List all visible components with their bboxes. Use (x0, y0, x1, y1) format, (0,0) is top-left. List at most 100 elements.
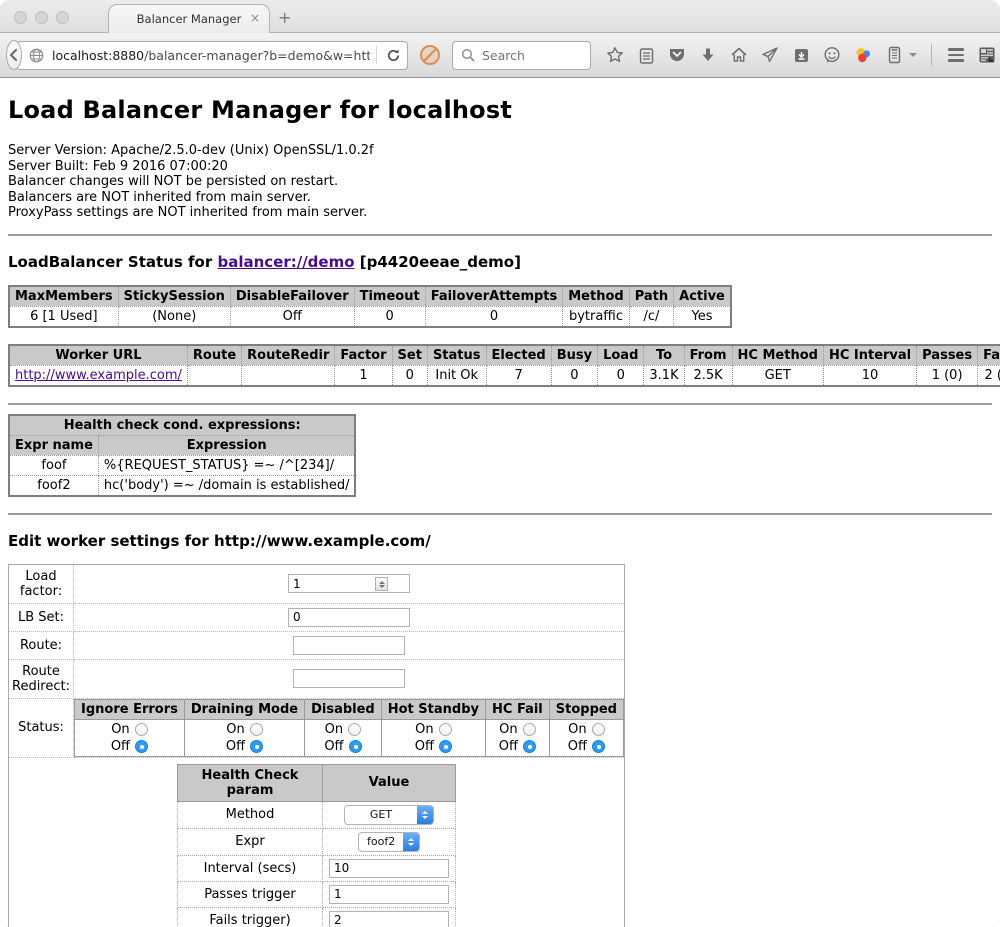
search-bar[interactable] (452, 41, 591, 70)
menu-icon[interactable] (946, 45, 966, 65)
status-ignore-errors-on-radio[interactable] (135, 723, 148, 736)
screenshot-tool-icon[interactable] (977, 45, 997, 65)
window-controls (14, 11, 69, 24)
status-ignore-errors-off-radio[interactable] (135, 740, 148, 753)
load-factor-input[interactable] (288, 574, 410, 593)
home-icon[interactable] (729, 45, 749, 65)
col-timeout: Timeout (354, 286, 425, 307)
status-draining-mode-off-radio[interactable] (250, 740, 263, 753)
close-window-button[interactable] (14, 11, 27, 24)
health-check-param-table: Health Check param Value Method GET (177, 764, 456, 927)
select-stepper-icon (417, 805, 433, 825)
pocket-icon[interactable] (667, 45, 687, 65)
col-worker-url: Worker URL (9, 345, 187, 366)
route-input[interactable] (293, 636, 405, 655)
server-built-line: Server Built: Feb 9 2016 07:00:20 (8, 159, 992, 175)
status-draining-mode-on-radio[interactable] (250, 723, 263, 736)
container-icon[interactable] (884, 45, 904, 65)
col-hc-interval: HC Interval (823, 345, 916, 366)
hc-expr-label: Expr (178, 828, 323, 855)
status-label: Status: (9, 698, 74, 757)
cell-status: Init Ok (427, 365, 486, 386)
col-stickysession: StickySession (118, 286, 230, 307)
page-title: Load Balancer Manager for localhost (8, 96, 992, 124)
col-to: To (644, 345, 684, 366)
server-version-line: Server Version: Apache/2.5.0-dev (Unix) … (8, 143, 992, 159)
radio-label-on: On (325, 722, 343, 737)
hc-interval-input[interactable] (329, 859, 449, 878)
col-routeredir: RouteRedir (242, 345, 335, 366)
zoom-window-button[interactable] (56, 11, 69, 24)
status-stopped-off-radio[interactable] (592, 740, 605, 753)
radio-label-off: Off (111, 739, 130, 754)
lb-set-input[interactable] (288, 608, 410, 627)
balancer-demo-link[interactable]: balancer://demo (217, 253, 354, 271)
cell-path: /c/ (629, 306, 673, 327)
status-hc-fail-on-radio[interactable] (523, 723, 536, 736)
reload-button[interactable] (383, 45, 403, 65)
chat-icon[interactable] (822, 45, 842, 65)
hc-method-select[interactable]: GET (344, 805, 434, 825)
col-method: Method (563, 286, 629, 307)
cell-route (187, 365, 241, 386)
status-table: Ignore Errors Draining Mode Disabled Hot… (74, 699, 624, 757)
balancer-status-table: MaxMembers StickySession DisableFailover… (8, 285, 732, 328)
url-path: /balancer-manager?b=demo&w=http://www.ex… (144, 48, 370, 63)
cell-expression: hc('body') =~ /domain is established/ (98, 475, 355, 496)
new-tab-button[interactable]: + (278, 8, 291, 27)
bookmark-star-icon[interactable] (605, 45, 625, 65)
col-factor: Factor (335, 345, 392, 366)
send-tab-icon[interactable] (760, 45, 780, 65)
col-maxmembers: MaxMembers (9, 286, 118, 307)
route-redirect-input[interactable] (293, 669, 405, 688)
status-disabled-off-radio[interactable] (349, 740, 362, 753)
hc-passes-label: Passes trigger (178, 881, 323, 907)
search-input[interactable] (482, 48, 582, 63)
col-active: Active (674, 286, 731, 307)
chevron-down-icon[interactable] (909, 53, 917, 57)
back-button[interactable] (6, 40, 22, 70)
reading-list-icon[interactable] (636, 45, 656, 65)
status-hot-standby-on-radio[interactable] (439, 723, 452, 736)
load-factor-stepper (288, 574, 410, 593)
url-bar[interactable]: localhost:8880/balancer-manager?b=demo&w… (16, 41, 408, 70)
col-route: Route (187, 345, 241, 366)
worker-url-link[interactable]: http://www.example.com/ (15, 368, 182, 383)
cell-factor: 1 (335, 365, 392, 386)
minimize-window-button[interactable] (35, 11, 48, 24)
cell-stickysession: (None) (118, 306, 230, 327)
downloads-icon[interactable] (698, 45, 718, 65)
status-hot-standby-off-radio[interactable] (439, 740, 452, 753)
popup-blocked-icon[interactable] (420, 45, 440, 65)
status-disabled-on-radio[interactable] (348, 723, 361, 736)
col-from: From (684, 345, 732, 366)
cell-hc-method: GET (732, 365, 823, 386)
cell-disablefailover: Off (230, 306, 354, 327)
radio-label-off: Off (415, 739, 434, 754)
select-stepper-icon (403, 832, 419, 852)
persist-notice-line: Balancer changes will NOT be persisted o… (8, 174, 992, 190)
tab-close-icon[interactable]: × (250, 11, 260, 25)
hc-passes-input[interactable] (329, 885, 449, 904)
route-label: Route: (9, 631, 74, 659)
status-hc-fail-off-radio[interactable] (523, 740, 536, 753)
number-spinner-icon[interactable] (375, 577, 388, 591)
col-busy: Busy (551, 345, 597, 366)
hc-method-label: Method (178, 801, 323, 828)
balancer-heading-prefix: LoadBalancer Status for (8, 253, 217, 271)
radio-label-off: Off (324, 739, 343, 754)
radio-label-on: On (111, 722, 129, 737)
divider (8, 234, 992, 236)
status-stopped-on-radio[interactable] (592, 723, 605, 736)
edit-worker-heading: Edit worker settings for http://www.exam… (8, 532, 992, 550)
col-passes: Passes (917, 345, 978, 366)
color-wheel-icon[interactable] (853, 45, 873, 65)
radio-label-off: Off (568, 739, 587, 754)
radio-label-off: Off (499, 739, 518, 754)
save-page-icon[interactable] (791, 45, 811, 65)
navigation-toolbar: localhost:8880/balancer-manager?b=demo&w… (0, 32, 1000, 78)
hc-expr-select[interactable]: foof2 (358, 832, 420, 852)
proxypass-notice-line: ProxyPass settings are NOT inherited fro… (8, 205, 992, 221)
hc-fails-input[interactable] (329, 911, 449, 927)
tab-balancer-manager[interactable]: Balancer Manager × (108, 4, 270, 33)
